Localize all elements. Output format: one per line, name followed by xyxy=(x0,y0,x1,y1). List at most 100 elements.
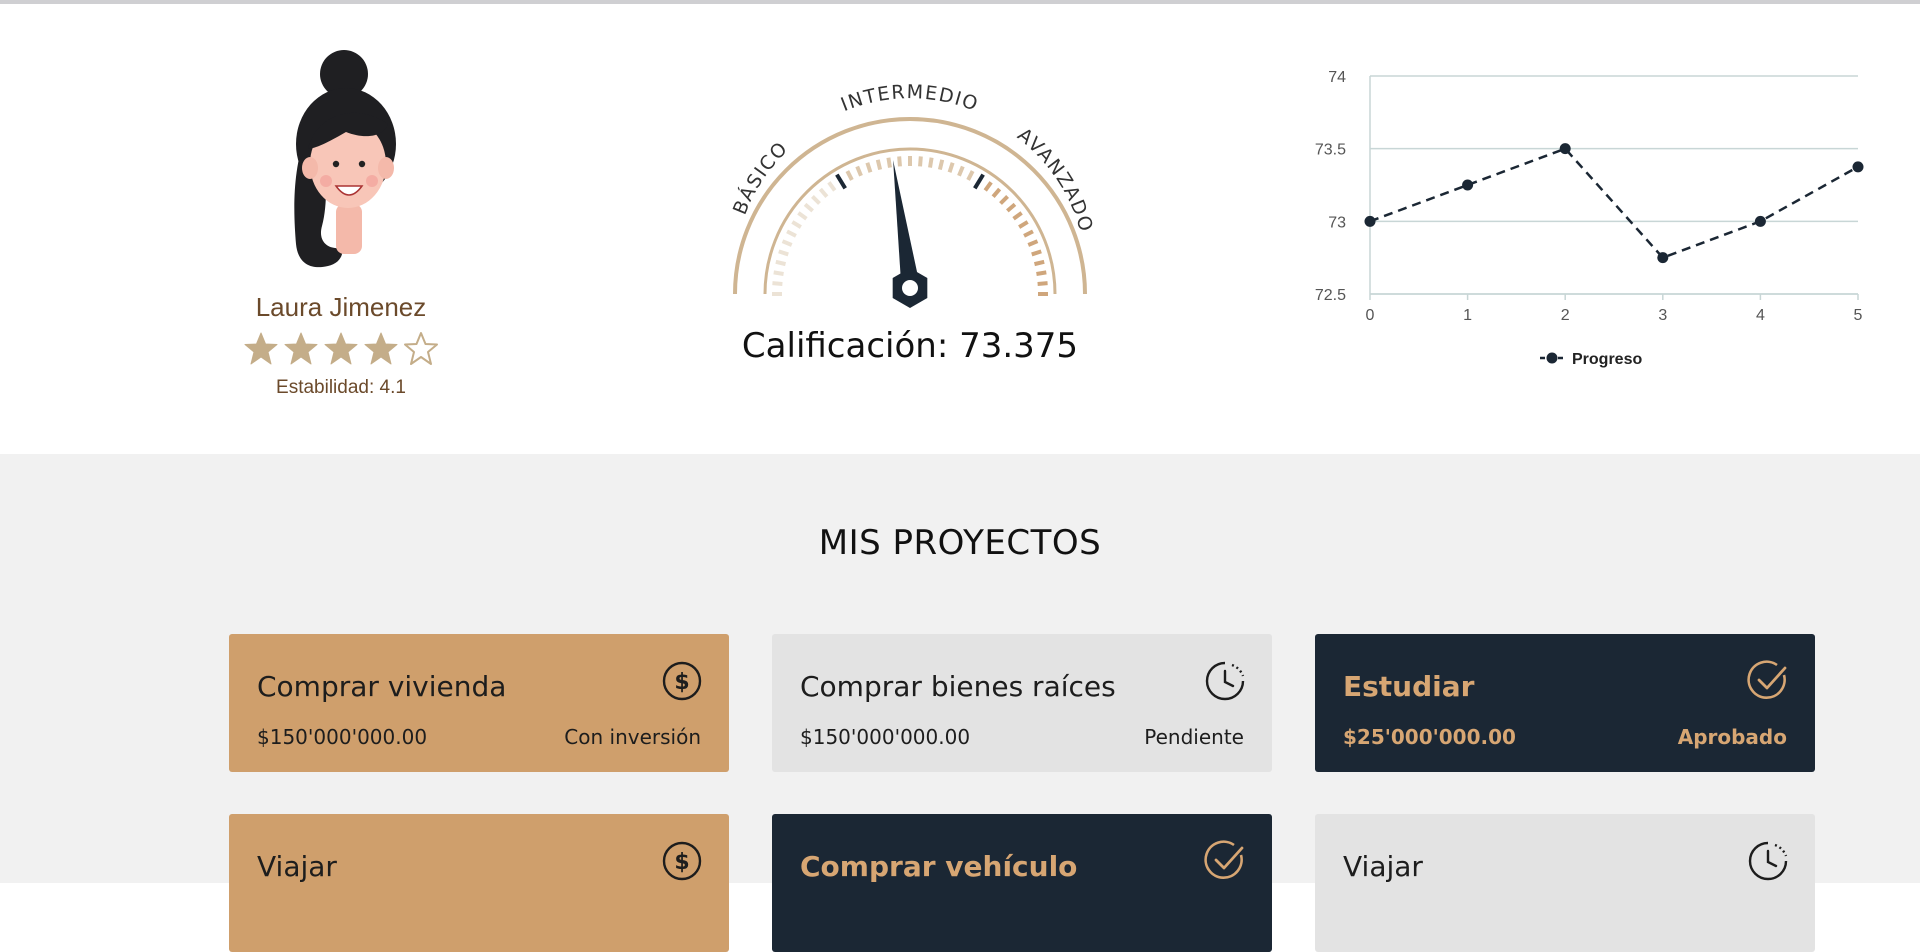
score-value: 73.375 xyxy=(959,326,1079,366)
gauge-tick xyxy=(835,173,847,190)
gauge-tick xyxy=(778,249,789,257)
chart-grid xyxy=(1370,75,1858,295)
gauge-tick xyxy=(855,165,863,177)
svg-text:INTERMEDIO: INTERMEDIO xyxy=(838,81,982,116)
gauge-needle xyxy=(892,160,928,308)
gauge-tick xyxy=(786,229,797,238)
profile-name: Laura Jimenez xyxy=(255,292,427,322)
gauge-tick xyxy=(865,162,873,173)
score-display: Calificación: 73.375 xyxy=(690,326,1130,366)
project-title: Comprar vivienda xyxy=(257,670,507,703)
gauge-tick xyxy=(991,187,1002,198)
gauge-tick xyxy=(845,170,854,181)
gauge-dial: BÁSICO INTERMEDIO AVANZADO xyxy=(729,81,1097,308)
gauge-tick xyxy=(1037,281,1048,286)
project-amount: $150'000'000.00 xyxy=(800,725,971,749)
project-card-comprar-bienes-raices[interactable]: Comprar bienes raíces $150'000'000.00 Pe… xyxy=(772,634,1272,772)
progress-chart: 72.5 73 73.5 74 0 1 2 3 4 5 Progreso xyxy=(1315,69,1864,368)
gauge-tick xyxy=(1012,211,1023,221)
dollar-icon: $ xyxy=(662,661,702,701)
x-tick-label: 0 xyxy=(1366,307,1375,324)
gauge-tick xyxy=(999,195,1009,205)
gauge-tick xyxy=(773,270,784,276)
gauge-tick xyxy=(966,170,975,181)
stability-value: 4.1 xyxy=(379,377,406,398)
data-point xyxy=(1559,143,1571,155)
gauge-tick xyxy=(1027,239,1039,247)
data-point xyxy=(1364,215,1376,227)
svg-text:$: $ xyxy=(674,850,689,875)
star-empty-icon xyxy=(404,332,438,365)
x-tick-label: 4 xyxy=(1756,307,1765,324)
project-title: Viajar xyxy=(1343,850,1423,883)
project-title: Comprar vehículo xyxy=(800,850,1078,883)
clock-icon xyxy=(1205,661,1245,701)
gauge-tick xyxy=(947,162,955,173)
gauge-tick xyxy=(781,239,793,247)
star-filled-icon xyxy=(364,332,398,365)
avatar xyxy=(294,50,396,268)
gauge-tick xyxy=(875,159,883,171)
profile-summary-section: Laura Jimenez Estabilidad: 4.1 BÁSICO IN… xyxy=(0,4,1920,454)
level-gauge: BÁSICO INTERMEDIO AVANZADO Calificación:… xyxy=(690,64,1130,384)
svg-text:AVANZADO: AVANZADO xyxy=(1013,124,1097,235)
project-title: Viajar xyxy=(257,850,337,883)
x-tick-label: 2 xyxy=(1561,307,1570,324)
project-status: Con inversión xyxy=(564,725,701,749)
y-tick-label: 74 xyxy=(1328,69,1346,86)
projects-title: MIS PROYECTOS xyxy=(818,523,1102,563)
star-filled-icon xyxy=(284,332,318,365)
star-filled-icon xyxy=(244,332,278,365)
project-card-estudiar[interactable]: Estudiar $25'000'000.00 Aprobado xyxy=(1315,634,1815,772)
x-tick-label: 5 xyxy=(1854,307,1863,324)
gauge-tick xyxy=(973,173,985,190)
clock-icon xyxy=(1748,841,1788,881)
project-amount: $25'000'000.00 xyxy=(1343,725,1516,749)
project-amount: $150'000'000.00 xyxy=(257,725,428,749)
check-icon xyxy=(1747,660,1787,699)
project-title: Comprar bienes raíces xyxy=(800,670,1116,703)
svg-text:$: $ xyxy=(674,670,689,695)
gauge-tick xyxy=(775,259,787,267)
gauge-tick xyxy=(897,156,902,167)
project-status: Pendiente xyxy=(1144,725,1244,749)
score-label: Calificación: xyxy=(741,326,949,366)
profile-card: Laura Jimenez Estabilidad: 4.1 xyxy=(236,44,446,399)
projects-section: MIS PROYECTOS Comprar vivienda $150'000'… xyxy=(0,454,1920,952)
gauge-tick xyxy=(811,195,821,205)
gauge-tick xyxy=(1006,202,1017,213)
project-card-viajar-2[interactable]: Viajar xyxy=(1315,814,1815,952)
stability-score: Estabilidad: 4.1 xyxy=(236,377,446,399)
chart-legend[interactable]: Progreso xyxy=(1540,351,1642,368)
gauge-tick xyxy=(1018,220,1029,229)
data-point xyxy=(1852,161,1864,173)
gauge-tick xyxy=(918,156,923,167)
gauge-tick xyxy=(791,220,802,229)
data-point xyxy=(1754,215,1766,227)
project-card-comprar-vehiculo[interactable]: Comprar vehículo xyxy=(772,814,1272,952)
gauge-tick xyxy=(797,211,808,221)
gauge-tick xyxy=(1036,270,1047,276)
x-tick-label: 3 xyxy=(1658,307,1667,324)
gauge-tick xyxy=(1023,229,1034,238)
gauge-tick xyxy=(1031,249,1042,257)
project-status: Aprobado xyxy=(1677,725,1787,749)
series-line-progreso xyxy=(1369,147,1859,260)
gauge-label-intermediate: INTERMEDIO xyxy=(838,81,980,116)
y-tick-label: 72.5 xyxy=(1315,287,1346,304)
data-point xyxy=(1657,252,1669,264)
project-title: Estudiar xyxy=(1343,670,1475,703)
project-card-viajar[interactable]: Viajar $ xyxy=(229,814,729,952)
gauge-tick xyxy=(886,157,892,168)
gauge-tick xyxy=(937,159,945,171)
gauge-tick xyxy=(957,165,965,177)
gauge-tick xyxy=(928,157,934,168)
project-card-comprar-vivienda[interactable]: Comprar vivienda $150'000'000.00 Con inv… xyxy=(229,634,729,772)
legend-marker xyxy=(1546,352,1558,364)
dollar-icon: $ xyxy=(662,841,702,881)
gauge-tick xyxy=(772,281,783,286)
stability-label: Estabilidad: xyxy=(276,377,375,398)
legend-label: Progreso xyxy=(1572,351,1642,368)
check-icon xyxy=(1204,840,1244,879)
data-point xyxy=(1462,179,1474,191)
